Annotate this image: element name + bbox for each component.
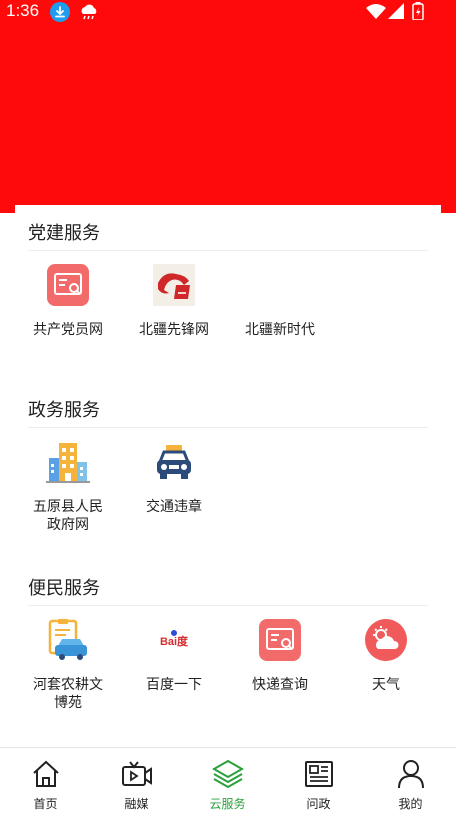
battery-icon xyxy=(412,2,424,24)
service-tile-beijiang-xianfeng[interactable]: 北疆先锋网 xyxy=(121,263,227,339)
beijiang-horse-logo-icon xyxy=(152,263,196,307)
signal-icon xyxy=(388,3,404,23)
service-tile-hetao-museum[interactable]: 河套农耕文博苑 xyxy=(15,618,121,712)
taxi-car-icon xyxy=(152,440,196,484)
tab-home[interactable]: 首页 xyxy=(0,748,91,817)
status-time: 1:36 xyxy=(6,1,40,20)
status-bar: 1:36 xyxy=(0,0,456,24)
document-search-icon xyxy=(258,618,302,662)
divider xyxy=(28,427,428,428)
weather-sun-cloud-icon xyxy=(364,618,408,662)
tab-media[interactable]: 融媒 xyxy=(91,748,182,817)
divider xyxy=(28,605,428,606)
user-icon xyxy=(395,758,427,790)
tile-label: 百度一下 xyxy=(146,677,202,693)
tile-label: 共产党员网 xyxy=(33,322,103,338)
tab-profile[interactable]: 我的 xyxy=(365,748,456,817)
service-tile-wuyuan-gov[interactable]: 五原县人民政府网 xyxy=(15,440,121,534)
car-clipboard-icon xyxy=(46,618,90,662)
baidu-logo-icon: Bai度 xyxy=(152,618,196,662)
tab-label: 问政 xyxy=(306,797,331,811)
header-banner xyxy=(0,0,456,213)
divider xyxy=(28,250,428,251)
wifi-icon xyxy=(366,3,386,23)
home-icon xyxy=(30,758,62,790)
service-tile-baidu[interactable]: Bai度 百度一下 xyxy=(121,618,227,694)
service-tile-weather[interactable]: 天气 xyxy=(333,618,439,694)
weather-icon xyxy=(78,2,100,22)
government-buildings-icon xyxy=(46,440,90,484)
tab-inquiry[interactable]: 问政 xyxy=(273,748,364,817)
tile-label: 北疆新时代 xyxy=(245,322,315,338)
section-title-party: 党建服务 xyxy=(28,223,100,244)
video-icon xyxy=(121,758,153,790)
baidu-logo-text: Bai度 xyxy=(160,634,189,648)
tile-label: 交通违章 xyxy=(146,499,202,515)
tab-cloud-service[interactable]: 云服务 xyxy=(182,748,273,817)
tile-label: 天气 xyxy=(372,677,400,693)
layers-icon xyxy=(211,758,244,790)
service-tile-gongchandangyuan[interactable]: 共产党员网 xyxy=(15,263,121,339)
section-title-convenience: 便民服务 xyxy=(28,578,100,599)
bottom-tab-bar: 首页 融媒 云服务 问政 我的 xyxy=(0,747,456,817)
section-title-government: 政务服务 xyxy=(28,400,100,421)
tab-label: 我的 xyxy=(398,797,423,811)
tile-label: 五原县人民政府网 xyxy=(33,499,103,533)
service-tile-beijiang-xinshidai[interactable]: 北疆新时代 xyxy=(227,263,333,339)
tab-label: 云服务 xyxy=(209,797,246,811)
newspaper-icon xyxy=(303,758,335,790)
tile-label: 北疆先锋网 xyxy=(139,322,209,338)
tile-label: 快递查询 xyxy=(252,677,308,693)
service-tile-express-query[interactable]: 快递查询 xyxy=(227,618,333,694)
download-icon xyxy=(50,2,70,22)
blank-icon xyxy=(258,263,302,307)
tile-label: 河套农耕文博苑 xyxy=(33,677,103,711)
tab-label: 融媒 xyxy=(124,797,149,811)
document-search-icon xyxy=(46,263,90,307)
service-tile-traffic-violation[interactable]: 交通违章 xyxy=(121,440,227,516)
tab-label: 首页 xyxy=(33,797,58,811)
